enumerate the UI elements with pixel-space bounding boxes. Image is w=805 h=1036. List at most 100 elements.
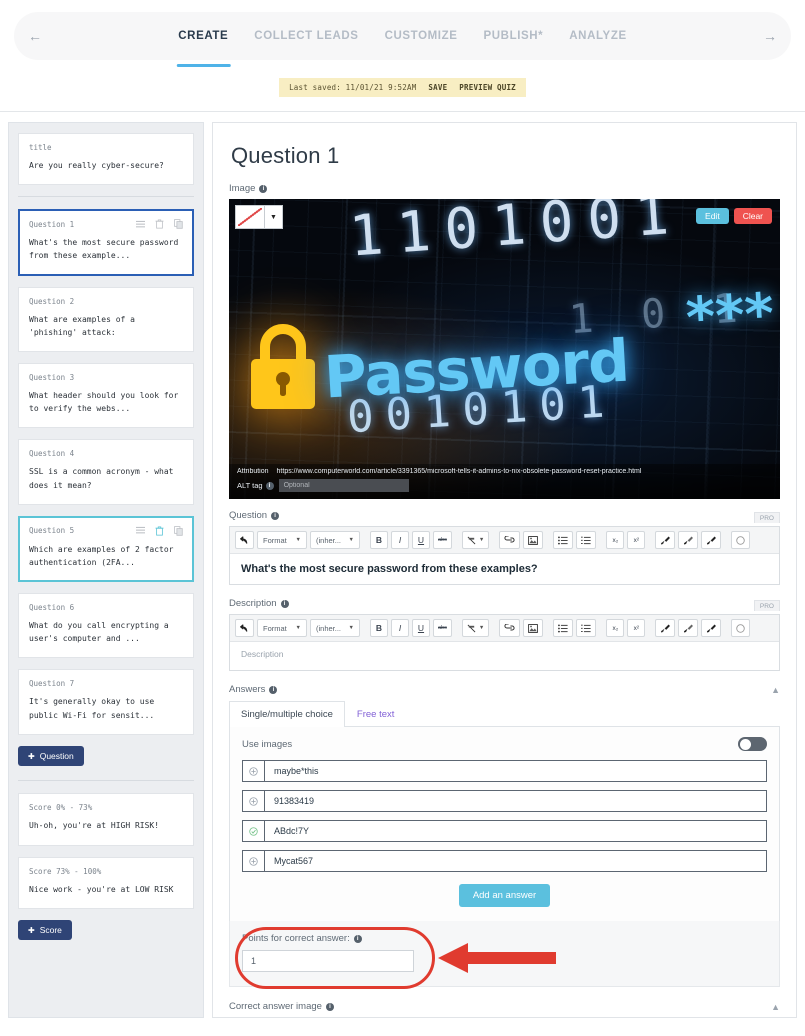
chevron-down-icon[interactable]: ▼ — [264, 206, 282, 228]
sidebar-item-question-1[interactable]: Question 1 What's the most secure passwo… — [18, 209, 194, 276]
clear-image-button[interactable]: Clear — [733, 208, 772, 224]
duplicate-icon[interactable] — [174, 525, 183, 536]
question-text-input[interactable]: What's the most secure password from the… — [230, 554, 779, 584]
emoji-icon[interactable] — [731, 619, 751, 637]
highlight-icon[interactable] — [678, 531, 699, 549]
tab-single-multiple-choice[interactable]: Single/multiple choice — [229, 701, 345, 727]
info-icon[interactable]: i — [259, 184, 268, 193]
attribution-url[interactable]: https://www.computerworld.com/article/33… — [277, 468, 642, 475]
bold-icon[interactable]: B — [370, 619, 388, 637]
superscript-icon[interactable]: x² — [627, 619, 646, 637]
alt-tag-input[interactable] — [278, 479, 409, 492]
info-icon[interactable]: i — [353, 934, 362, 943]
points-input[interactable]: 1 — [242, 950, 414, 972]
link-icon[interactable] — [499, 531, 521, 549]
sidebar-item-question-4[interactable]: Question 4 SSL is a common acronym - wha… — [18, 439, 194, 505]
bullet-list-icon[interactable] — [553, 619, 574, 637]
duplicate-icon[interactable] — [174, 219, 183, 229]
answer-row[interactable]: Mycat567 — [242, 850, 767, 872]
add-question-button[interactable]: ✚ Question — [18, 746, 84, 767]
edit-image-button[interactable]: Edit — [696, 208, 729, 224]
numbered-list-icon[interactable] — [576, 531, 597, 549]
font-select[interactable]: (inher... ▼ — [310, 531, 360, 549]
subscript-icon[interactable]: x₂ — [606, 619, 625, 637]
sidebar-item-question-7[interactable]: Question 7 It's generally okay to use pu… — [18, 669, 194, 735]
bullet-list-icon[interactable] — [553, 531, 574, 549]
reorder-icon[interactable] — [136, 526, 145, 535]
info-icon[interactable]: i — [265, 481, 274, 490]
info-icon[interactable]: i — [280, 599, 289, 608]
question-editor[interactable]: Format ▼ (inher... ▼ B I U abc ▼ x₂ x² W… — [229, 526, 780, 585]
strikethrough-icon[interactable]: abc — [433, 619, 452, 637]
italic-icon[interactable]: I — [391, 531, 409, 549]
font-select[interactable]: (inher... ▼ — [310, 619, 360, 637]
use-images-toggle[interactable] — [738, 737, 767, 751]
save-button[interactable]: SAVE — [428, 83, 447, 92]
strikethrough-icon[interactable]: abc — [433, 531, 452, 549]
underline-icon[interactable]: U — [412, 619, 430, 637]
nav-forward-icon[interactable]: → — [749, 28, 791, 44]
underline-icon[interactable]: U — [412, 531, 430, 549]
answer-text-input[interactable]: ABdc!7Y — [265, 821, 766, 841]
sidebar-item-score-2[interactable]: Score 73% - 100% Nice work - you're at L… — [18, 856, 194, 909]
chevron-up-icon[interactable]: ▲ — [771, 1002, 780, 1012]
emoji-icon[interactable] — [731, 531, 751, 549]
undo-icon[interactable] — [235, 619, 254, 637]
clear-format-icon[interactable]: ▼ — [461, 619, 490, 637]
text-color-icon[interactable] — [655, 619, 676, 637]
text-color-icon[interactable] — [655, 531, 676, 549]
format-select[interactable]: Format ▼ — [257, 531, 307, 549]
info-icon[interactable]: i — [269, 685, 278, 694]
chevron-up-icon[interactable]: ▲ — [771, 685, 780, 695]
tab-analyze[interactable]: ANALYZE — [567, 12, 628, 60]
answer-correct-toggle[interactable] — [243, 851, 265, 871]
answer-row[interactable]: 91383419 — [242, 790, 767, 812]
nav-back-icon[interactable]: ← — [14, 28, 56, 44]
delete-icon[interactable] — [155, 219, 164, 229]
sidebar-item-question-2[interactable]: Question 2 What are examples of a 'phish… — [18, 286, 194, 352]
answer-text-input[interactable]: Mycat567 — [265, 851, 766, 871]
answer-correct-toggle[interactable] — [243, 791, 265, 811]
superscript-icon[interactable]: x² — [627, 531, 646, 549]
sidebar-item-question-3[interactable]: Question 3 What header should you look f… — [18, 362, 194, 429]
format-select[interactable]: Format ▼ — [257, 619, 307, 637]
tab-publish[interactable]: PUBLISH* — [482, 12, 546, 60]
description-text-input[interactable]: Description — [230, 642, 779, 670]
tab-free-text[interactable]: Free text — [345, 701, 407, 727]
highlight-icon[interactable] — [678, 619, 699, 637]
reorder-icon[interactable] — [136, 220, 145, 229]
answer-row[interactable]: maybe*this — [242, 760, 767, 782]
preview-quiz-button[interactable]: PREVIEW QUIZ — [459, 83, 516, 92]
undo-icon[interactable] — [235, 531, 254, 549]
link-icon[interactable] — [499, 619, 521, 637]
sidebar-item-question-6[interactable]: Question 6 What do you call encrypting a… — [18, 593, 194, 659]
info-icon[interactable]: i — [325, 1002, 334, 1011]
bold-icon[interactable]: B — [370, 531, 388, 549]
clear-format-icon[interactable]: ▼ — [461, 531, 490, 549]
answer-text-input[interactable]: 91383419 — [265, 791, 766, 811]
image-icon[interactable] — [523, 619, 544, 637]
info-icon[interactable]: i — [271, 511, 280, 520]
sidebar-item-score-1[interactable]: Score 0% - 73% Uh-oh, you're at HIGH RIS… — [18, 793, 194, 846]
answer-correct-toggle[interactable] — [243, 761, 265, 781]
add-score-button[interactable]: ✚ Score — [18, 920, 72, 941]
image-icon[interactable] — [523, 531, 544, 549]
description-editor[interactable]: Format ▼ (inher... ▼ B I U abc ▼ x₂ x² D… — [229, 614, 780, 671]
no-color-swatch-icon[interactable] — [236, 206, 264, 228]
answer-text-input[interactable]: maybe*this — [265, 761, 766, 781]
tab-collect-leads[interactable]: COLLECT LEADS — [252, 12, 360, 60]
sidebar-title-card[interactable]: title Are you really cyber-secure? — [18, 133, 194, 186]
sidebar-item-question-5[interactable]: Question 5 Which are examples of 2 facto… — [18, 515, 194, 583]
tab-customize[interactable]: CUSTOMIZE — [383, 12, 460, 60]
add-answer-button[interactable]: Add an answer — [458, 884, 551, 907]
background-color-icon[interactable] — [701, 619, 722, 637]
subscript-icon[interactable]: x₂ — [606, 531, 625, 549]
answer-correct-toggle[interactable] — [243, 821, 265, 841]
numbered-list-icon[interactable] — [576, 619, 597, 637]
delete-icon[interactable] — [155, 526, 164, 536]
italic-icon[interactable]: I — [391, 619, 409, 637]
background-color-icon[interactable] — [701, 531, 722, 549]
tab-create[interactable]: CREATE — [176, 12, 231, 67]
image-color-picker[interactable]: ▼ — [235, 205, 283, 229]
answer-row[interactable]: ABdc!7Y — [242, 820, 767, 842]
